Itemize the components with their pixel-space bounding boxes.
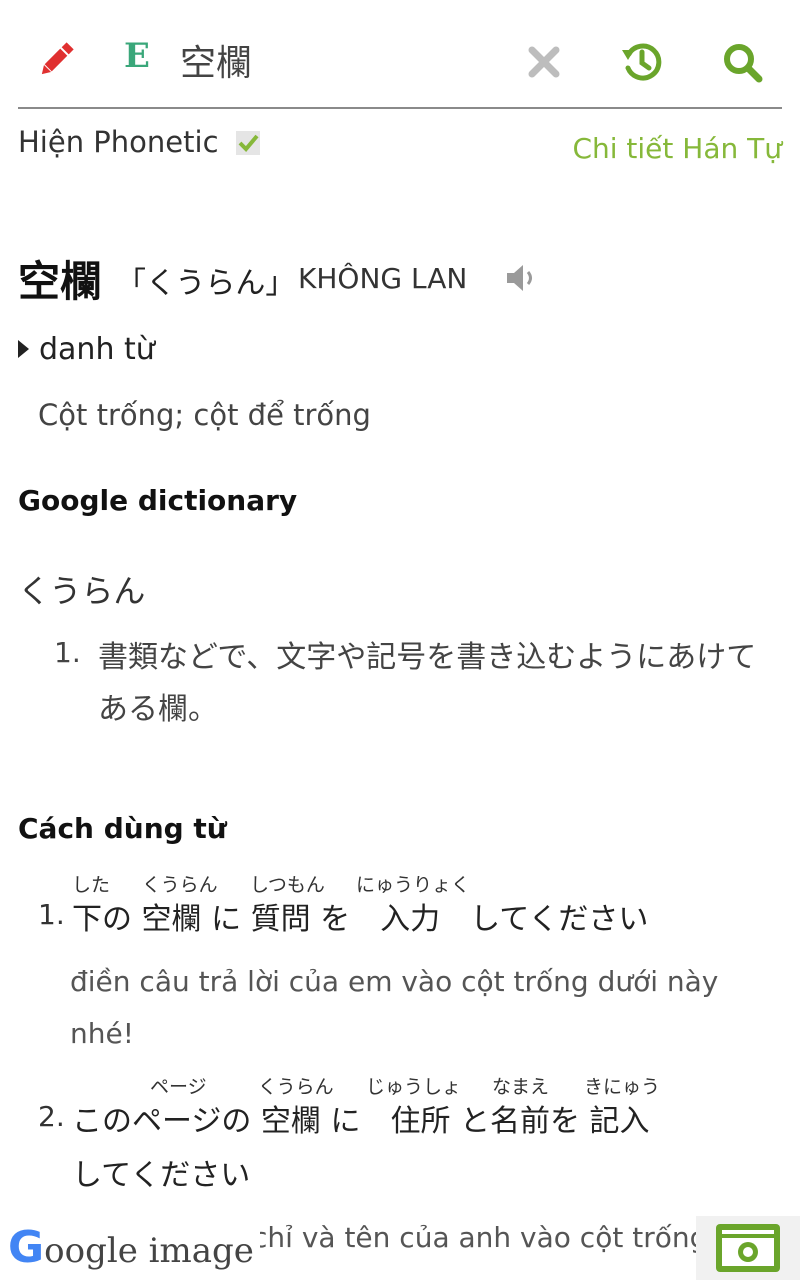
pencil-icon[interactable] xyxy=(34,38,78,82)
camera-button[interactable] xyxy=(696,1216,800,1280)
han-viet-reading: KHÔNG LAN xyxy=(298,262,468,295)
furigana: にゅうりょく xyxy=(356,874,471,896)
phonetic-toggle-label: Hiện Phonetic xyxy=(18,125,219,159)
close-icon[interactable] xyxy=(524,42,564,82)
definition-number: 1. xyxy=(54,636,81,669)
check-icon xyxy=(238,134,259,152)
part-of-speech[interactable]: danh từ xyxy=(18,332,155,367)
furigana: ページ xyxy=(150,1076,207,1098)
furigana: した xyxy=(72,874,111,896)
expand-triangle-icon xyxy=(18,339,29,358)
furigana: くうらん xyxy=(258,1076,334,1098)
example-sentence: このページの 空欄 に 住所 と名前を 記入 xyxy=(72,1104,650,1139)
kanji-detail-link[interactable]: Chi tiết Hán Tự xyxy=(572,132,782,165)
part-of-speech-label: danh từ xyxy=(39,332,155,367)
furigana: きにゅう xyxy=(584,1076,661,1098)
phonetic-checkbox[interactable] xyxy=(236,131,260,155)
google-image-label: oogle image xyxy=(44,1231,254,1271)
google-dictionary-heading: Google dictionary xyxy=(18,484,298,517)
example-number: 2. xyxy=(38,1100,65,1133)
furigana: しつもん xyxy=(250,874,325,896)
google-image-button[interactable]: Google image xyxy=(8,1222,260,1273)
language-letter[interactable]: E xyxy=(124,36,156,80)
meaning-text: Cột trống; cột để trống xyxy=(38,398,371,432)
headword: 空欄 xyxy=(18,257,103,306)
furigana: くうらん xyxy=(142,874,218,896)
camera-icon xyxy=(716,1224,780,1272)
example-translation: chỉ và tên của anh vào cột trống xyxy=(252,1221,698,1254)
furigana: なまえ xyxy=(492,1076,550,1098)
search-query-text[interactable]: 空欄 xyxy=(180,34,252,86)
history-icon[interactable] xyxy=(618,38,666,86)
example-sentence: 下の 空欄 に 質問 を 入力 してください xyxy=(72,902,649,937)
definition-text: 書類などで、文字や記号を書き込むようにあけてある欄。 xyxy=(98,640,757,727)
usage-heading: Cách dùng từ xyxy=(18,812,227,845)
search-icon[interactable] xyxy=(718,38,766,86)
furigana: じゅうしょ xyxy=(366,1076,462,1098)
example-number: 1. xyxy=(38,898,65,931)
headword-reading: 「くうらん」 xyxy=(116,266,296,301)
example-translation: điền câu trả lời của em vào cột trống dư… xyxy=(70,965,719,1050)
speaker-icon[interactable] xyxy=(504,260,540,296)
google-logo-g: G xyxy=(8,1222,45,1273)
google-reading: くうらん xyxy=(18,572,146,610)
example-sentence-continued: してください xyxy=(72,1158,251,1193)
search-bar: E 空欄 xyxy=(18,0,782,109)
